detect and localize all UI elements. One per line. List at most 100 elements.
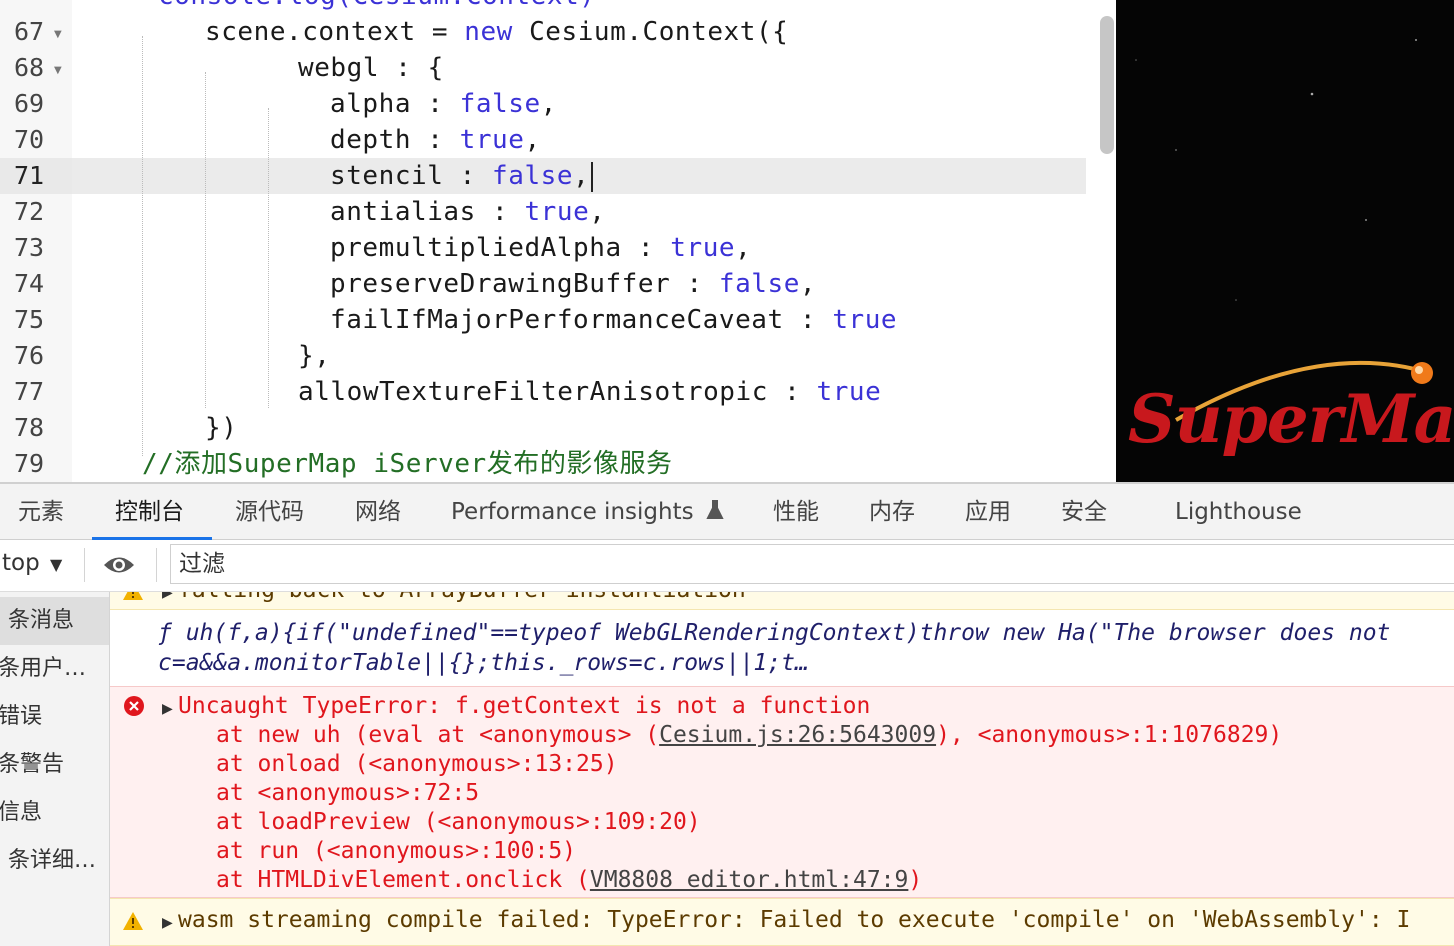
code-text: scene.context = new Cesium.Context({: [205, 17, 789, 47]
code-line[interactable]: 71 stencil : false,: [0, 158, 1116, 194]
tab-elements[interactable]: 元素: [18, 484, 64, 540]
eye-icon[interactable]: [102, 552, 136, 578]
tab-network[interactable]: 网络: [355, 484, 401, 540]
line-number: 72: [14, 197, 45, 226]
tab-memory[interactable]: 内存: [869, 484, 915, 540]
expand-arrow-icon[interactable]: ▶: [162, 701, 173, 717]
code-text: allowTextureFilterAnisotropic : true: [298, 377, 882, 407]
line-number: 75: [14, 305, 45, 334]
line-number: 71: [0, 158, 72, 194]
sidebar-item-errors[interactable]: 错误: [0, 693, 109, 741]
code-text: preserveDrawingBuffer : false,: [330, 269, 817, 299]
indent-guide: [268, 108, 269, 408]
line-number: 79: [14, 449, 45, 478]
tab-performance[interactable]: 性能: [773, 484, 819, 540]
toolbar-divider: [84, 548, 85, 582]
error-title: Uncaught TypeError: f.getContext is not …: [178, 693, 871, 719]
map-preview[interactable]: SuperMap: [1116, 0, 1454, 482]
code-line[interactable]: 75 failIfMajorPerformanceCaveat : true: [0, 302, 1116, 338]
filter-input[interactable]: 过滤: [170, 544, 1454, 584]
line-number: 74: [14, 269, 45, 298]
code-text: failIfMajorPerformanceCaveat : true: [330, 305, 898, 335]
code-line[interactable]: 78}): [0, 410, 1116, 446]
line-highlight: [72, 338, 1086, 374]
source-link[interactable]: VM8808 editor.html:47:9: [590, 867, 909, 893]
sidebar-item-messages[interactable]: 条消息: [0, 597, 109, 645]
line-highlight: [72, 50, 1086, 86]
code-text: }): [205, 413, 238, 443]
line-number: 69: [14, 89, 45, 118]
error-icon: [124, 696, 144, 716]
code-line[interactable]: 73 premultipliedAlpha : true,: [0, 230, 1116, 266]
code-text: webgl : {: [298, 53, 444, 83]
line-number: 78: [14, 413, 45, 442]
tab-performance-insights[interactable]: Performance insights: [451, 484, 725, 540]
indent-guide: [205, 72, 206, 408]
code-line[interactable]: 70 depth : true,: [0, 122, 1116, 158]
warning-text: falling back to ArrayBuffer instantiatio…: [178, 592, 746, 603]
fold-arrow-icon[interactable]: ▼: [54, 65, 62, 76]
warning-icon: [123, 912, 143, 930]
clipped-code-line: console.log(Cesium.Context): [158, 0, 596, 14]
code-text: stencil : false,: [330, 158, 594, 194]
code-line[interactable]: 69 alpha : false,: [0, 86, 1116, 122]
code-line[interactable]: 77 allowTextureFilterAnisotropic : true: [0, 374, 1116, 410]
code-text: depth : true,: [330, 125, 541, 155]
sidebar-item-info[interactable]: 信息: [0, 789, 109, 837]
context-selector[interactable]: top: [2, 550, 40, 576]
log-text-line: ƒ uh(f,a){if("undefined"==typeof WebGLRe…: [158, 620, 1391, 646]
stack-frame: at new uh (eval at <anonymous> (Cesium.j…: [216, 722, 1283, 748]
code-text: },: [298, 341, 331, 371]
sidebar-item-user-messages[interactable]: 条用户…: [0, 645, 109, 693]
tab-application[interactable]: 应用: [965, 484, 1011, 540]
console-messages[interactable]: ▶ falling back to ArrayBuffer instantiat…: [110, 592, 1454, 946]
text-cursor: [591, 161, 594, 192]
log-text-line: c=a&&a.monitorTable||{};this._rows=c.row…: [158, 650, 809, 676]
indent-guide: [142, 36, 143, 456]
tab-security[interactable]: 安全: [1061, 484, 1107, 540]
devtools-tab-bar: 元素 控制台 源代码 网络 Performance insights 性能 内存…: [0, 482, 1454, 540]
console-sidebar: 条消息 条用户… 错误 条警告 信息 条详细…: [0, 592, 110, 946]
tab-lighthouse[interactable]: Lighthouse: [1175, 484, 1302, 540]
line-highlight: [72, 86, 1086, 122]
stack-frame: at onload (<anonymous>:13:25): [216, 751, 618, 777]
stack-frame: at run (<anonymous>:100:5): [216, 838, 577, 864]
code-text: alpha : false,: [330, 89, 557, 119]
code-text: antialias : true,: [330, 197, 606, 227]
editor-scrollbar-thumb[interactable]: [1100, 16, 1114, 154]
tab-sources[interactable]: 源代码: [235, 484, 304, 540]
line-number: 73: [14, 233, 45, 262]
console-log-entry[interactable]: ƒ uh(f,a){if("undefined"==typeof WebGLRe…: [110, 610, 1454, 686]
stack-frame: at loadPreview (<anonymous>:109:20): [216, 809, 701, 835]
experiment-flask-icon: [706, 500, 724, 519]
tab-performance-insights-label: Performance insights: [451, 499, 694, 525]
fold-arrow-icon[interactable]: ▼: [54, 29, 62, 40]
sidebar-item-verbose[interactable]: 条详细…: [0, 837, 109, 885]
sidebar-item-warnings[interactable]: 条警告: [0, 741, 109, 789]
code-line[interactable]: 67 ▼ scene.context = new Cesium.Context({: [0, 14, 1116, 50]
code-line[interactable]: 74 preserveDrawingBuffer : false,: [0, 266, 1116, 302]
warning-icon: [123, 592, 143, 600]
code-line[interactable]: 68 ▼ webgl : {: [0, 50, 1116, 86]
line-number: 70: [14, 125, 45, 154]
source-link[interactable]: Cesium.js:26:5643009: [659, 722, 936, 748]
code-line[interactable]: 79 //添加SuperMap iServer发布的影像服务: [0, 446, 1116, 482]
stack-frame: at <anonymous>:72:5: [216, 780, 480, 806]
line-highlight: [72, 122, 1086, 158]
stack-frame: at HTMLDivElement.onclick (VM8808 editor…: [216, 867, 923, 893]
console-toolbar: top ▼ 过滤: [0, 540, 1454, 592]
expand-arrow-icon[interactable]: ▶: [162, 915, 173, 931]
code-line[interactable]: 72 antialias : true,: [0, 194, 1116, 230]
code-line[interactable]: 76},: [0, 338, 1116, 374]
code-editor[interactable]: console.log(Cesium.Context) 67▼scene.con…: [0, 0, 1116, 482]
line-number: 76: [14, 341, 45, 370]
console-warning: ▶ falling back to ArrayBuffer instantiat…: [110, 592, 1454, 610]
tab-console[interactable]: 控制台: [115, 484, 184, 540]
code-text: //添加SuperMap iServer发布的影像服务: [142, 449, 673, 479]
dropdown-arrow-icon[interactable]: ▼: [50, 555, 62, 574]
warning-text: wasm streaming compile failed: TypeError…: [178, 907, 1411, 933]
expand-arrow-icon[interactable]: ▶: [162, 592, 173, 601]
console-warning: ▶ wasm streaming compile failed: TypeErr…: [110, 898, 1454, 946]
code-text: premultipliedAlpha : true,: [330, 233, 752, 263]
line-number: 77: [14, 377, 45, 406]
